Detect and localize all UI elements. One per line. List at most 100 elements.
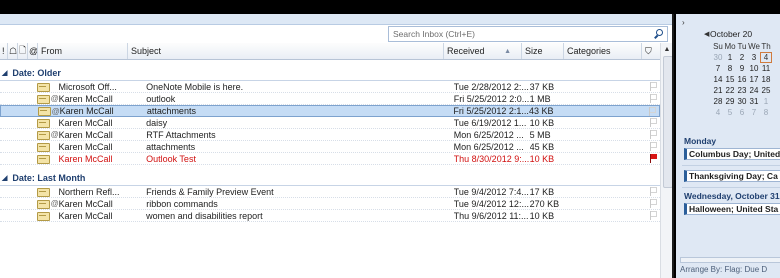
importance-column-icon[interactable]: ! [0, 43, 8, 59]
empty-flag-icon[interactable] [649, 118, 657, 127]
calendar-day[interactable]: 1 [760, 97, 772, 106]
calendar-day[interactable]: 24 [748, 86, 760, 95]
group-header[interactable]: ◢ Date: Last Month [0, 171, 660, 186]
calendar-day[interactable]: 17 [748, 75, 760, 84]
expand-chevron-icon[interactable]: › [682, 18, 685, 27]
collapse-group-icon[interactable]: ◢ [2, 174, 7, 182]
attachment-icon: @ [50, 94, 59, 103]
calendar-day[interactable]: 1 [724, 53, 736, 62]
size-column-header[interactable]: Size [522, 43, 564, 59]
message-row[interactable]: @ Karen McCall RTF Attachments Mon 6/25/201… [0, 129, 660, 141]
appointment-item[interactable]: Halloween; United Sta [684, 203, 780, 215]
flag-cell[interactable] [646, 94, 660, 103]
calendar-day[interactable]: 30 [736, 97, 748, 106]
flag-cell[interactable] [646, 154, 660, 163]
appointment-item[interactable]: Thanksgiving Day; Ca [684, 170, 780, 182]
message-row[interactable]: Microsoft Off... OneNote Mobile is here. T… [0, 81, 660, 93]
arrange-by-label[interactable]: Arrange By: Flag: Due D [680, 265, 767, 274]
calendar-day[interactable]: 7 [712, 64, 724, 73]
message-row[interactable]: @ Karen McCall attachments Fri 5/25/2012 2:… [0, 105, 660, 117]
calendar-week-row: 30 1 2 3 4 [712, 52, 772, 63]
calendar-day[interactable]: 23 [736, 86, 748, 95]
reminder-column-icon[interactable]: ☖ [8, 43, 18, 59]
categories-column-header[interactable]: Categories [564, 43, 642, 59]
empty-flag-icon[interactable] [649, 187, 657, 196]
flag-column-icon[interactable]: ⛉ [642, 43, 660, 59]
calendar-day[interactable]: 8 [724, 64, 736, 73]
message-row[interactable]: Karen McCall attachments Mon 6/25/2012 ...… [0, 141, 660, 153]
calendar-day[interactable]: 9 [736, 64, 748, 73]
empty-flag-icon[interactable] [648, 106, 656, 116]
calendar-day[interactable]: 29 [724, 97, 736, 106]
top-band [0, 14, 672, 25]
subject-column-header[interactable]: Subject [128, 43, 444, 59]
scroll-up-icon[interactable]: ▲ [661, 43, 672, 55]
calendar-day[interactable]: 4 [712, 108, 724, 117]
previous-month-icon[interactable]: ◀ [704, 30, 709, 38]
empty-flag-icon[interactable] [649, 94, 657, 103]
message-row[interactable]: @ Karen McCall ribbon commands Tue 9/4/2012… [0, 198, 660, 210]
calendar-day[interactable]: 22 [724, 86, 736, 95]
flag-cell[interactable] [646, 82, 660, 91]
appointment-item[interactable]: Columbus Day; United [684, 148, 780, 160]
message-row[interactable]: Karen McCall Outlook Test Thu 8/30/2012 9:… [0, 153, 660, 165]
calendar-day[interactable]: 8 [760, 108, 772, 117]
calendar-month-title: October 20 [710, 29, 753, 39]
scroll-thumb[interactable] [663, 56, 672, 188]
message-from: Karen McCall [58, 153, 113, 164]
received-column-label: Received [447, 46, 485, 56]
calendar-day[interactable]: 4 [760, 52, 772, 63]
icon-column-icon[interactable]: 🗋 [18, 43, 28, 59]
message-row[interactable]: Northern Refl... Friends & Family Preview… [0, 186, 660, 198]
calendar-day[interactable]: 10 [748, 64, 760, 73]
from-column-header[interactable]: From [38, 43, 128, 59]
empty-flag-icon[interactable] [649, 211, 657, 220]
collapse-group-icon[interactable]: ◢ [2, 69, 7, 77]
calendar-day[interactable]: 31 [748, 97, 760, 106]
flag-cell[interactable] [646, 142, 660, 151]
message-received: Thu 9/6/2012 11:... [453, 210, 529, 221]
flag-cell[interactable] [646, 130, 660, 139]
received-column-header[interactable]: Received ▲ [444, 43, 522, 59]
calendar-day[interactable]: 2 [736, 53, 748, 62]
calendar-day[interactable]: 11 [760, 64, 772, 73]
calendar-day[interactable]: 14 [712, 75, 724, 84]
empty-flag-icon[interactable] [649, 130, 657, 139]
calendar-day[interactable]: 16 [736, 75, 748, 84]
calendar-day[interactable]: 30 [712, 53, 724, 62]
calendar-day[interactable]: 21 [712, 86, 724, 95]
calendar-day[interactable]: 6 [736, 108, 748, 117]
calendar-day[interactable]: 7 [748, 108, 760, 117]
empty-flag-icon[interactable] [649, 82, 657, 91]
message-row[interactable]: Karen McCall women and disabilities repor… [0, 210, 660, 222]
search-icon[interactable] [653, 27, 667, 41]
envelope-icon [37, 211, 50, 221]
search-input[interactable]: Search Inbox (Ctrl+E) [389, 29, 653, 39]
calendar-day[interactable]: 5 [724, 108, 736, 117]
flag-cell[interactable] [646, 118, 660, 127]
message-subject: attachments [146, 141, 196, 152]
search-box[interactable]: Search Inbox (Ctrl+E) [388, 26, 668, 42]
empty-flag-icon[interactable] [649, 199, 657, 208]
flag-cell[interactable] [646, 199, 660, 208]
message-row[interactable]: Karen McCall daisy Tue 6/19/2012 1... 10 KB [0, 117, 660, 129]
calendar-day[interactable]: 28 [712, 97, 724, 106]
message-received: Tue 9/4/2012 7:4... [453, 186, 529, 197]
calendar-day[interactable]: 15 [724, 75, 736, 84]
message-received: Mon 6/25/2012 ... [453, 129, 524, 140]
message-from: Karen McCall [58, 129, 113, 140]
flag-cell[interactable] [646, 211, 660, 220]
calendar-day[interactable]: 25 [760, 86, 772, 95]
calendar-day[interactable]: 3 [748, 53, 760, 62]
message-subject: Outlook Test [146, 153, 196, 164]
message-row[interactable]: @ Karen McCall outlook Fri 5/25/2012 2:0...… [0, 93, 660, 105]
empty-flag-icon[interactable] [649, 142, 657, 151]
calendar-day[interactable]: 18 [760, 75, 772, 84]
vertical-scrollbar[interactable]: ▲ [660, 43, 672, 278]
attachment-column-icon[interactable]: @ [28, 43, 38, 59]
flag-cell[interactable] [646, 187, 660, 196]
flag-cell[interactable] [645, 106, 659, 116]
appointment-day-monday: Monday [684, 136, 717, 146]
group-header[interactable]: ◢ Date: Older [0, 66, 660, 81]
red-flag-icon[interactable] [649, 154, 657, 163]
